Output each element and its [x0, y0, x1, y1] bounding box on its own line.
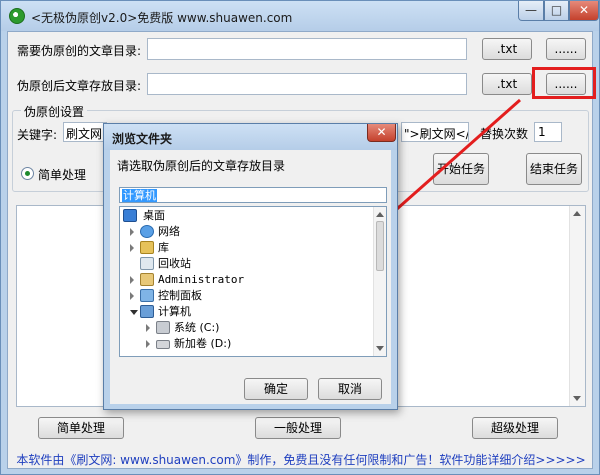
keyword-input[interactable]: 刷文网 [63, 122, 107, 142]
folder-tree[interactable]: 桌面 网络 库 回收站 Administrator 控制面板 计算机 系统 (C… [119, 206, 387, 357]
close-button[interactable]: ✕ [569, 1, 599, 21]
tree-scrollbar[interactable] [373, 207, 386, 356]
settings-group-title: 伪原创设置 [21, 103, 88, 120]
tree-item-label: 桌面 [143, 209, 165, 222]
expand-arrow-icon[interactable] [130, 276, 134, 284]
maximize-button[interactable]: □ [544, 1, 569, 21]
simple-mode-label: 简单处理 [38, 168, 87, 182]
source-dir-label: 需要伪原创的文章目录: [17, 44, 142, 58]
keyword-label: 关键字: [17, 128, 58, 142]
source-ext-field[interactable]: .txt [482, 38, 532, 60]
tree-item-label: 库 [158, 241, 169, 254]
selected-folder-text: 计算机 [122, 189, 157, 202]
scroll-down-arrow-icon[interactable] [573, 396, 581, 401]
dialog-title-bar[interactable]: 浏览文件夹 ✕ [104, 124, 397, 150]
user-folder-icon [140, 273, 154, 286]
scroll-up-arrow-icon[interactable] [573, 211, 581, 216]
drive-icon [156, 340, 170, 349]
tree-item-label: 网络 [158, 225, 180, 238]
tree-item-label: 计算机 [158, 305, 191, 318]
expand-arrow-icon[interactable] [146, 324, 150, 332]
tree-item-label: 新加卷 (D:) [174, 337, 232, 350]
simple-mode-radio[interactable] [21, 167, 34, 180]
expand-arrow-icon[interactable] [130, 292, 134, 300]
tree-scroll-thumb[interactable] [376, 221, 384, 271]
dialog-title: 浏览文件夹 [112, 132, 173, 146]
tree-item-label: 回收站 [158, 257, 191, 270]
source-browse-button[interactable]: ...... [546, 38, 586, 60]
system-drive-icon [156, 321, 170, 334]
source-dir-input[interactable] [147, 38, 467, 60]
network-icon [140, 225, 154, 238]
expand-arrow-icon[interactable] [130, 228, 134, 236]
minimize-button[interactable]: — [518, 1, 544, 21]
tree-item-label: Administrator [158, 273, 245, 286]
desktop-icon [123, 209, 137, 222]
tree-item-label: 系统 (C:) [174, 321, 220, 334]
browse-folder-dialog: 浏览文件夹 ✕ 请选取伪原创后的文章存放目录 计算机 桌面 网络 库 回收站 A… [103, 123, 398, 410]
footer-link[interactable]: 本软件由《刷文网: www.shuawen.com》制作，免费且没有任何限制和广… [1, 451, 600, 468]
dialog-prompt: 请选取伪原创后的文章存放目录 [117, 159, 286, 173]
computer-icon [140, 305, 154, 318]
browse-highlight-box [532, 67, 596, 99]
collapse-arrow-icon[interactable] [130, 310, 138, 315]
scroll-up-arrow-icon[interactable] [376, 212, 384, 217]
title-bar[interactable]: <无极伪原创v2.0>免费版 www.shuawen.com — □ ✕ [1, 1, 599, 31]
dialog-ok-button[interactable]: 确定 [244, 378, 308, 400]
control-panel-icon [140, 289, 154, 302]
selected-folder-field[interactable]: 计算机 [119, 187, 387, 203]
output-dir-label: 伪原创后文章存放目录: [17, 79, 142, 93]
recycle-bin-icon [140, 257, 154, 270]
log-scrollbar[interactable] [569, 206, 585, 406]
normal-process-button[interactable]: 一般处理 [255, 417, 341, 439]
simple-process-button[interactable]: 简单处理 [38, 417, 124, 439]
advanced-process-button[interactable]: 超级处理 [472, 417, 558, 439]
dialog-cancel-button[interactable]: 取消 [318, 378, 382, 400]
dialog-body: 请选取伪原创后的文章存放目录 计算机 桌面 网络 库 回收站 Administr… [110, 150, 391, 404]
app-logo-icon [9, 8, 25, 24]
expand-arrow-icon[interactable] [146, 340, 150, 348]
expand-arrow-icon[interactable] [130, 244, 134, 252]
tree-item-label: 控制面板 [158, 289, 202, 302]
scroll-down-arrow-icon[interactable] [376, 346, 384, 351]
window-title: <无极伪原创v2.0>免费版 www.shuawen.com [31, 11, 293, 25]
library-icon [140, 241, 154, 254]
dialog-close-button[interactable]: ✕ [367, 124, 396, 142]
